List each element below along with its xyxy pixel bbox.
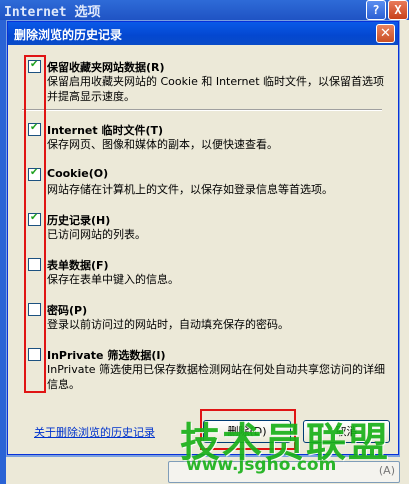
about-delete-history-link[interactable]: 关于删除浏览的历史记录 [34, 424, 155, 440]
checkbox-highlight-box [24, 55, 46, 393]
dialog-close-button[interactable]: ✕ [376, 24, 395, 43]
option-description: InPrivate 筛选使用已保存数据检测网站在何处自动共享您访问的详细信息。 [47, 363, 386, 391]
dialog-title: 删除浏览的历史记录 [14, 28, 123, 42]
background-window-titlebar: Internet 选项 ? X [0, 0, 409, 20]
option-label: 保留收藏夹网站数据(R) [47, 61, 165, 74]
option-description: 保留启用收藏夹网站的 Cookie 和 Internet 临时文件，以保留首选项… [47, 75, 384, 103]
option-label: InPrivate 筛选数据(I) [47, 349, 166, 362]
background-window-panel [400, 20, 409, 484]
watermark-url: www.jsgho.com [186, 455, 337, 475]
separator [22, 109, 382, 111]
help-button[interactable]: ? [366, 0, 386, 20]
dialog-titlebar[interactable]: 删除浏览的历史记录 ✕ [8, 22, 398, 45]
option-description: 保存网页、图像和媒体的副本，以便快速查看。 [47, 138, 278, 151]
option-label: Cookie(O) [47, 167, 109, 180]
option-description: 已访问网站的列表。 [47, 228, 146, 241]
background-close-button[interactable]: X [388, 0, 408, 20]
option-label: Internet 临时文件(T) [47, 124, 164, 137]
background-window-edge [0, 20, 6, 484]
option-description: 网站存储在计算机上的文件，以保存如登录信息等首选项。 [47, 183, 333, 196]
option-label: 密码(P) [47, 304, 88, 317]
background-window-title: Internet 选项 [4, 5, 101, 20]
option-label: 历史记录(H) [47, 214, 111, 227]
option-description: 登录以前访问过的网站时，自动填充保存的密码。 [47, 318, 289, 331]
delete-history-dialog: 删除浏览的历史记录 ✕ 保留收藏夹网站数据(R) 保留启用收藏夹网站的 Cook… [7, 21, 399, 455]
option-label: 表单数据(F) [47, 259, 109, 272]
option-description: 保存在表单中键入的信息。 [47, 273, 179, 286]
